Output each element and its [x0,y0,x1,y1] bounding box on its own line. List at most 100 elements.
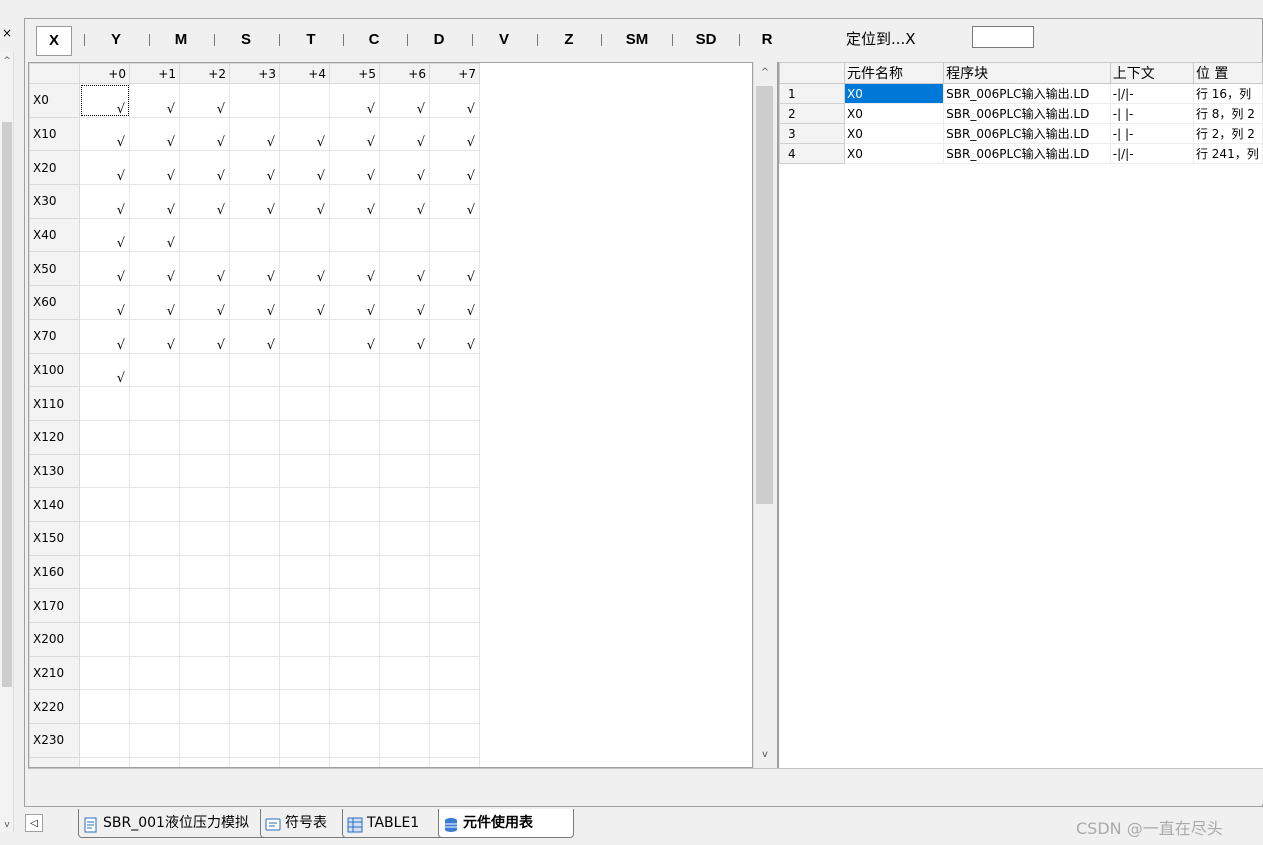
scroll-up-icon[interactable]: ^ [754,64,776,82]
grid-cell[interactable] [229,419,280,455]
tab-sd[interactable]: SD [684,26,728,54]
grid-cell[interactable] [329,520,380,556]
grid-cell[interactable] [329,554,380,590]
grid-cell[interactable]: √ [329,251,380,287]
grid-cell[interactable] [329,655,380,691]
grid-cell[interactable]: √ [129,150,180,186]
grid-cell[interactable] [229,756,280,767]
grid-cell[interactable] [429,723,480,758]
grid-cell[interactable] [429,520,480,556]
grid-cell[interactable] [379,386,430,421]
usage-cell-position[interactable]: 行 16，列 [1193,83,1263,104]
grid-cell[interactable]: √ [79,352,130,388]
grid-cell[interactable] [429,756,480,767]
grid-cell[interactable] [279,622,330,657]
grid-cell[interactable] [429,588,480,623]
grid-cell[interactable]: √ [279,251,330,287]
usage-cell-idx[interactable]: 3 [779,123,845,144]
grid-cell[interactable] [429,622,480,657]
grid-cell[interactable]: √ [79,184,130,219]
grid-cell[interactable] [329,352,380,388]
grid-cell[interactable] [379,520,430,556]
grid-cell[interactable] [179,655,230,691]
usage-cell-name[interactable]: X0 [844,83,945,104]
grid-cell[interactable] [329,689,380,725]
grid-cell[interactable]: √ [129,318,180,354]
dock-scroll-thumb[interactable] [2,122,12,687]
grid-cell[interactable] [279,655,330,691]
grid-cell[interactable] [179,588,230,623]
grid-cell[interactable] [379,723,430,758]
grid-cell[interactable] [79,554,130,590]
grid-cell[interactable] [279,217,330,253]
grid-cell[interactable] [79,622,130,657]
usage-cell-context[interactable]: -| |- [1110,123,1194,144]
usage-cell-name[interactable]: X0 [844,123,945,144]
grid-cell[interactable]: √ [379,116,430,152]
grid-cell[interactable]: √ [279,116,330,152]
grid-cell[interactable]: √ [429,251,480,287]
grid-cell[interactable] [179,689,230,725]
grid-cell[interactable]: √ [79,116,130,152]
usage-cell-name[interactable]: X0 [844,103,945,124]
grid-cell[interactable] [429,487,480,522]
grid-cell[interactable] [379,622,430,657]
grid-cell[interactable] [429,419,480,455]
grid-cell[interactable] [79,689,130,725]
grid-cell[interactable] [279,352,330,388]
grid-cell[interactable] [229,622,280,657]
tab-scroll-left-icon[interactable]: ◁ [25,814,43,832]
usage-column-header[interactable]: 程序块 [943,62,1111,84]
usage-column-header[interactable]: 上下文 [1109,62,1194,84]
usage-cell-block[interactable]: SBR_006PLC输入输出.LD [943,143,1111,164]
grid-cell[interactable]: √ [129,251,180,287]
grid-cell[interactable]: √ [379,83,430,118]
grid-cell[interactable] [329,386,380,421]
grid-cell[interactable]: √ [79,150,130,186]
grid-cell[interactable]: √ [379,184,430,219]
tab-s[interactable]: S [228,26,264,54]
grid-cell[interactable] [429,655,480,691]
grid-cell[interactable] [79,487,130,522]
grid-cell[interactable] [329,756,380,767]
grid-cell[interactable] [179,487,230,522]
grid-cell[interactable] [129,453,180,489]
grid-cell[interactable] [129,419,180,455]
grid-cell[interactable]: √ [279,184,330,219]
usage-cell-block[interactable]: SBR_006PLC输入输出.LD [943,103,1111,124]
grid-cell[interactable]: √ [379,318,430,354]
grid-cell[interactable]: √ [79,251,130,287]
usage-column-header[interactable]: 元件名称 [843,62,945,84]
grid-cell[interactable] [279,419,330,455]
grid-cell[interactable] [279,756,330,767]
scroll-down-icon[interactable]: v [754,746,776,764]
grid-cell[interactable] [229,83,280,118]
grid-cell[interactable]: √ [129,116,180,152]
grid-cell[interactable] [279,453,330,489]
grid-cell[interactable]: √ [129,217,180,253]
grid-cell[interactable]: √ [329,150,380,186]
usage-cell-idx[interactable]: 2 [779,103,845,124]
grid-cell[interactable]: √ [179,318,230,354]
grid-cell[interactable] [79,756,130,767]
tab-r[interactable]: R [750,26,784,54]
usage-column-header[interactable]: 位 置 [1192,62,1263,84]
grid-cell[interactable]: √ [229,184,280,219]
grid-cell[interactable] [179,756,230,767]
grid-cell[interactable] [329,588,380,623]
grid-cell[interactable] [129,554,180,590]
grid-cell[interactable]: √ [179,116,230,152]
grid-cell[interactable] [429,453,480,489]
grid-cell[interactable] [229,554,280,590]
usage-row[interactable]: 1 X0 SBR_006PLC输入输出.LD -|/|- 行 16，列 [779,83,1263,104]
grid-cell[interactable]: √ [379,150,430,186]
grid-cell[interactable] [229,689,280,725]
grid-cell[interactable]: √ [379,285,430,320]
grid-cell[interactable] [129,756,180,767]
grid-cell[interactable] [379,756,430,767]
grid-cell[interactable] [179,217,230,253]
usage-cell-idx[interactable]: 1 [779,83,845,104]
tab-m[interactable]: M [163,26,199,54]
grid-cell[interactable] [329,217,380,253]
scroll-thumb[interactable] [756,86,773,504]
